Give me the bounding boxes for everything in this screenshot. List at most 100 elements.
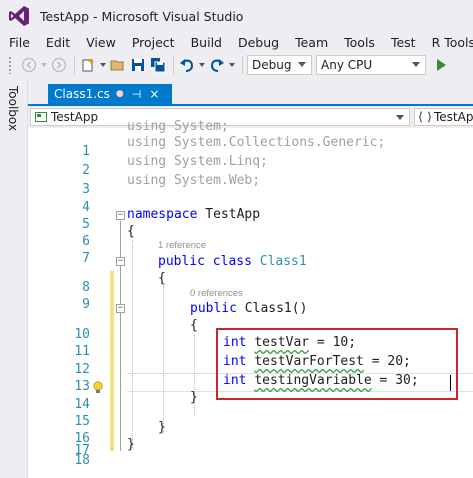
line-number: 18 bbox=[74, 453, 90, 468]
code-line-2: using System.Collections.Generic; bbox=[127, 135, 385, 150]
document-tab-strip: Class1.cs ● ⊣ × bbox=[28, 84, 473, 106]
line-number: 14 bbox=[74, 397, 90, 412]
line-number: 1 bbox=[82, 144, 90, 159]
window-title: TestApp - Microsoft Visual Studio bbox=[40, 8, 244, 24]
code-line-3: using System.Linq; bbox=[127, 154, 268, 169]
codelens-constructor-references[interactable]: 0 references bbox=[190, 288, 243, 299]
navigate-forward-icon[interactable] bbox=[50, 56, 68, 74]
menu-tools[interactable]: Tools bbox=[336, 35, 383, 50]
undo-icon[interactable] bbox=[178, 56, 196, 74]
line-number: 4 bbox=[82, 200, 90, 215]
code-line-17: } bbox=[158, 420, 166, 435]
line-number: 3 bbox=[82, 182, 90, 197]
dropdown-arrow-icon[interactable] bbox=[228, 56, 236, 74]
line-number: 5 bbox=[82, 217, 90, 232]
menu-edit[interactable]: Edit bbox=[38, 35, 78, 50]
menu-r-tools[interactable]: R Tools bbox=[424, 35, 473, 50]
type-dropdown[interactable]: TestApp bbox=[414, 108, 473, 126]
line-number: 2 bbox=[82, 163, 90, 178]
toolbar-separator bbox=[74, 56, 75, 74]
chevron-down-icon bbox=[412, 62, 420, 67]
code-line-10: public Class1() bbox=[190, 301, 307, 316]
pin-tab-icon[interactable]: ⊣ bbox=[132, 88, 142, 101]
dropdown-arrow-icon[interactable] bbox=[198, 56, 206, 74]
menu-team[interactable]: Team bbox=[287, 35, 336, 50]
close-tab-icon[interactable]: × bbox=[149, 87, 159, 101]
collapse-namespace-icon[interactable]: − bbox=[116, 211, 125, 220]
using-target: System.Web; bbox=[166, 173, 261, 188]
menu-file[interactable]: File bbox=[0, 35, 38, 50]
save-all-icon[interactable] bbox=[149, 56, 167, 74]
navigate-back-icon[interactable] bbox=[20, 56, 38, 74]
brace: { bbox=[190, 318, 198, 333]
code-line-1: using System; bbox=[127, 119, 229, 134]
visual-studio-logo-icon bbox=[9, 6, 29, 26]
menu-test[interactable]: Test bbox=[383, 35, 424, 50]
start-debugging-icon[interactable] bbox=[432, 56, 450, 74]
class-keywords: public class bbox=[158, 254, 252, 269]
code-line-7: { bbox=[127, 224, 135, 239]
dropdown-arrow-icon[interactable] bbox=[40, 56, 48, 74]
menu-build[interactable]: Build bbox=[183, 35, 230, 50]
public-keyword: public bbox=[190, 301, 237, 316]
collapse-method-icon[interactable]: − bbox=[116, 304, 125, 313]
chevron-down-icon bbox=[396, 115, 404, 120]
toolbar-grip[interactable] bbox=[8, 56, 12, 74]
solution-platform-value: Any CPU bbox=[321, 58, 373, 72]
namespace-keyword: namespace bbox=[127, 207, 198, 222]
solution-platform-select[interactable]: Any CPU bbox=[316, 55, 426, 75]
toolbar-separator bbox=[242, 56, 243, 74]
solution-configuration-value: Debug bbox=[252, 58, 292, 72]
highlight-annotation-box bbox=[216, 328, 458, 400]
redo-icon[interactable] bbox=[208, 56, 226, 74]
namespace-icon bbox=[419, 111, 431, 123]
codelens-class-references[interactable]: 1 reference bbox=[158, 240, 206, 251]
line-number: 8 bbox=[82, 280, 90, 295]
new-project-icon[interactable] bbox=[79, 56, 97, 74]
standard-toolbar: Debug Any CPU bbox=[0, 52, 473, 78]
line-number: 11 bbox=[74, 344, 90, 359]
brace: { bbox=[158, 271, 166, 286]
solution-configuration-select[interactable]: Debug bbox=[247, 55, 312, 75]
constructor-signature: Class1() bbox=[236, 301, 308, 316]
using-target: System; bbox=[166, 119, 229, 134]
type-dropdown-value: TestApp bbox=[434, 110, 473, 124]
title-bar: TestApp - Microsoft Visual Studio bbox=[0, 0, 473, 32]
open-folder-icon[interactable] bbox=[109, 56, 127, 74]
dropdown-arrow-icon[interactable] bbox=[99, 56, 107, 74]
code-line-8: public class Class1 bbox=[158, 254, 307, 269]
menu-debug[interactable]: Debug bbox=[230, 35, 287, 50]
class-name: Class1 bbox=[251, 254, 307, 269]
toolbox-panel-tab[interactable]: Toolbox bbox=[0, 80, 28, 478]
menu-project[interactable]: Project bbox=[124, 35, 183, 50]
tab-class1-cs[interactable]: Class1.cs ● ⊣ × bbox=[48, 84, 172, 104]
line-number: 15 bbox=[74, 414, 90, 429]
toolbar-separator bbox=[173, 56, 174, 74]
menu-bar: File Edit View Project Build Debug Team … bbox=[0, 32, 473, 52]
menu-view[interactable]: View bbox=[78, 35, 124, 50]
line-number: 13 bbox=[74, 379, 90, 394]
brace: { bbox=[127, 224, 135, 239]
project-dropdown-value: TestApp bbox=[51, 110, 99, 124]
save-icon[interactable] bbox=[129, 56, 147, 74]
namespace-name: TestApp bbox=[197, 207, 261, 222]
code-line-4: using System.Web; bbox=[127, 173, 260, 188]
using-keyword: using bbox=[127, 154, 167, 169]
indent-guide bbox=[132, 240, 133, 448]
code-line-15: } bbox=[190, 390, 198, 405]
editor-navigation-bar: TestApp TestApp bbox=[28, 106, 473, 128]
lightbulb-icon[interactable] bbox=[92, 381, 104, 395]
chevron-down-icon bbox=[298, 62, 306, 67]
line-number: 6 bbox=[82, 234, 90, 249]
code-editor[interactable]: 1 2 3 4 5 6 7 8 9 10 11 12 13 14 15 16 1… bbox=[28, 119, 473, 478]
line-number: 7 bbox=[82, 251, 90, 266]
tab-title: Class1.cs bbox=[54, 87, 110, 101]
using-keyword: using bbox=[127, 173, 167, 188]
brace: } bbox=[158, 420, 166, 435]
change-tracking-bar bbox=[110, 271, 114, 451]
using-keyword: using bbox=[127, 119, 167, 134]
collapse-class-icon[interactable]: − bbox=[116, 257, 125, 266]
line-number: 10 bbox=[74, 327, 90, 342]
line-number: 9 bbox=[82, 297, 90, 312]
csharp-project-icon bbox=[35, 112, 47, 122]
